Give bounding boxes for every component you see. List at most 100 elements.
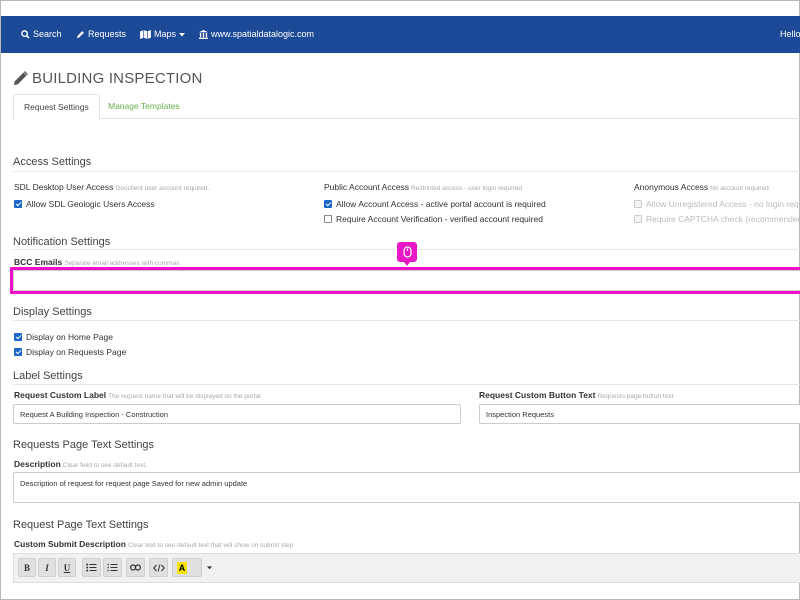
checkbox-label: Allow Unregistered Access - no login req… [646,199,800,209]
custom-label-title: Request Custom Label [14,390,107,400]
divider [13,171,800,172]
user-greeting[interactable]: Hello [780,16,800,53]
checkbox-label: Display on Requests Page [26,347,127,357]
ordered-list-button[interactable] [103,558,122,577]
checkbox-unchecked[interactable] [324,215,332,223]
settings-tabs: Request Settings Manage Templates [13,94,800,120]
require-verification-checkbox[interactable]: Require Account Verification - verified … [324,214,543,224]
nav-website-label: www.spatialdatalogic.com [211,29,315,39]
map-icon [140,30,151,39]
anonymous-access-label: Anonymous Access No account required. [634,182,771,192]
checkbox-disabled[interactable] [634,200,642,208]
bold-icon: B [23,562,30,573]
nav-search-label: Search [33,29,62,39]
nav-requests[interactable]: Requests [76,16,126,53]
custom-button-title: Request Custom Button Text [479,390,596,400]
description-label: Description Clear field to see default te… [14,459,147,469]
description-textarea[interactable]: Description of request for request page … [13,472,800,503]
public-access-hint: Restricted access - user login required [411,185,522,192]
access-settings-heading: Access Settings [13,156,92,168]
divider [13,384,800,385]
description-hint: Clear field to see default text. [62,462,147,469]
checkbox-checked[interactable] [14,348,22,356]
nav-maps-dropdown[interactable]: Maps [140,16,186,53]
bullet-list-icon [86,563,97,572]
top-navbar: Search Requests Maps www.spatialdatalogi… [1,16,800,53]
public-access-label: Public Account Access Restricted access -… [324,182,522,192]
link-button[interactable] [126,558,145,577]
tab-manage-templates[interactable]: Manage Templates [98,94,190,119]
user-greeting-label: Hello [780,29,800,39]
numbered-list-icon [107,563,118,572]
italic-icon: I [45,562,49,573]
custom-button-input[interactable]: Inspection Requests [479,404,800,424]
nav-search[interactable]: Search [21,16,62,53]
anonymous-access-hint: No account required. [710,185,771,192]
display-settings-heading: Display Settings [13,306,92,318]
checkbox-checked[interactable] [324,200,332,208]
allow-unregistered-checkbox[interactable]: Allow Unregistered Access - no login req… [634,199,800,209]
custom-label-hint: The request name that will be displayed … [108,393,261,400]
unordered-list-button[interactable] [82,558,101,577]
checkbox-label: Allow Account Access - active portal acc… [336,199,546,209]
mouse-icon [402,246,412,258]
checkbox-label: Require CAPTCHA check (recommended [646,214,800,224]
bcc-emails-title: BCC Emails [14,257,63,267]
desktop-access-hint: Geoclient user account required. [115,185,210,192]
allow-sdl-users-checkbox[interactable]: Allow SDL Geologic Users Access [14,199,155,209]
underline-button[interactable]: U [58,558,76,577]
underline-icon: U [63,562,71,573]
bcc-emails-hint: Separate email addresses with commas [64,260,180,267]
nav-maps-label: Maps [154,29,177,39]
custom-button-label: Request Custom Button Text Requests page … [479,390,673,400]
search-icon [21,30,30,39]
require-captcha-checkbox[interactable]: Require CAPTCHA check (recommended [634,214,800,224]
display-home-checkbox[interactable]: Display on Home Page [14,332,113,342]
notification-settings-heading: Notification Settings [13,236,111,248]
tab-request-settings[interactable]: Request Settings [13,94,100,120]
focus-highlight-box [10,267,800,294]
rich-text-toolbar: B I U A [13,553,800,583]
pencil-icon [76,31,84,39]
code-icon [152,563,165,572]
display-requests-checkbox[interactable]: Display on Requests Page [14,347,126,357]
custom-label-input[interactable]: Request A Building Inspection - Construc… [13,404,461,424]
bold-button[interactable]: B [18,558,36,577]
custom-label-label: Request Custom Label The request name tha… [14,390,261,400]
submit-description-hint: Clear text to see default text that will… [127,542,294,549]
submit-description-title: Custom Submit Description [14,539,126,549]
submit-description-label: Custom Submit Description Clear text to s… [14,539,293,549]
bank-icon [199,30,208,39]
caret-down-icon[interactable] [207,566,212,570]
bcc-emails-label: BCC Emails Separate email addresses with … [14,257,179,267]
code-view-button[interactable] [149,558,168,577]
link-icon [130,564,141,571]
custom-button-hint: Requests page button text [597,393,674,400]
desktop-access-title: SDL Desktop User Access [14,182,114,192]
nav-requests-label: Requests [88,29,127,39]
label-settings-heading: Label Settings [13,370,83,382]
page-title: BUILDING INSPECTION [13,70,203,87]
cursor-marker [397,242,417,266]
checkbox-label: Allow SDL Geologic Users Access [26,199,155,209]
pencil-icon [13,71,28,86]
checkbox-disabled[interactable] [634,215,642,223]
anonymous-access-title: Anonymous Access [634,182,709,192]
nav-website-link[interactable]: www.spatialdatalogic.com [199,16,314,53]
checkbox-label: Require Account Verification - verified … [336,214,543,224]
description-title: Description [14,459,61,469]
request-text-heading: Request Page Text Settings [13,519,149,531]
italic-button[interactable]: I [38,558,56,577]
checkbox-checked[interactable] [14,333,22,341]
desktop-access-label: SDL Desktop User Access Geoclient user ac… [14,182,209,192]
highlight-color-icon: A [177,561,187,574]
divider [13,320,800,321]
highlight-color-button[interactable]: A [172,558,202,577]
checkbox-checked[interactable] [14,200,22,208]
page-title-text: BUILDING INSPECTION [32,70,203,87]
checkbox-label: Display on Home Page [26,332,113,342]
caret-down-icon [179,32,186,36]
public-access-title: Public Account Access [324,182,410,192]
requests-text-heading: Requests Page Text Settings [13,439,155,451]
allow-account-access-checkbox[interactable]: Allow Account Access - active portal acc… [324,199,546,209]
